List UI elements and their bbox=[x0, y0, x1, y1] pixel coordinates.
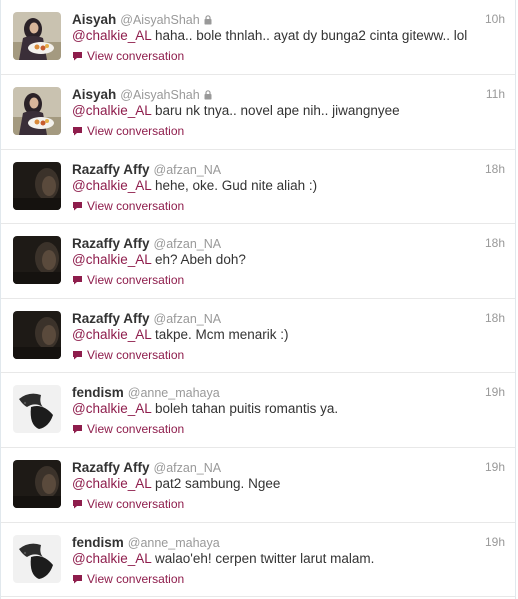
tweet-header: Aisyah @AisyahShah 10h bbox=[72, 11, 505, 27]
timestamp[interactable]: 18h bbox=[485, 236, 505, 250]
speech-bubble-icon bbox=[72, 573, 83, 587]
mention-link[interactable]: @chalkie_AL bbox=[72, 178, 151, 193]
view-conversation-link[interactable]: View conversation bbox=[72, 572, 184, 587]
view-conversation-label: View conversation bbox=[87, 496, 185, 511]
author-name[interactable]: Razaffy Affy bbox=[72, 311, 150, 326]
author-handle[interactable]: @afzan_NA bbox=[154, 163, 222, 177]
tweet-body: boleh tahan puitis romantis ya. bbox=[151, 401, 339, 417]
speech-bubble-icon bbox=[72, 274, 83, 288]
tweet-text: @chalkie_AL boleh tahan puitis romantis … bbox=[72, 401, 503, 416]
author-name[interactable]: Razaffy Affy bbox=[72, 460, 150, 475]
mention-link[interactable]: @chalkie_AL bbox=[72, 327, 151, 342]
author-handle[interactable]: @AisyahShah bbox=[120, 13, 199, 27]
speech-bubble-icon bbox=[72, 50, 83, 64]
view-conversation-label: View conversation bbox=[87, 571, 185, 586]
speech-bubble-icon bbox=[72, 423, 83, 437]
tweet[interactable]: Razaffy Affy @afzan_NA 18h @chalkie_AL ta… bbox=[1, 298, 515, 374]
tweet-text: @chalkie_AL pat2 sambung. Ngee bbox=[72, 476, 503, 491]
speech-bubble-icon bbox=[72, 349, 83, 363]
tweet[interactable]: Razaffy Affy @afzan_NA 18h @chalkie_AL he… bbox=[1, 149, 515, 225]
mention-link[interactable]: @chalkie_AL bbox=[72, 252, 151, 267]
view-conversation-label: View conversation bbox=[87, 124, 185, 138]
view-conversation-label: View conversation bbox=[87, 273, 185, 288]
author-name[interactable]: Aisyah bbox=[72, 87, 116, 102]
tweet[interactable]: fendism @anne_mahaya 19h @chalkie_AL bole… bbox=[1, 373, 515, 448]
fendism-avatar[interactable] bbox=[13, 534, 61, 583]
tweet-header: Razaffy Affy @afzan_NA 18h bbox=[72, 161, 505, 177]
view-conversation-label: View conversation bbox=[87, 49, 185, 63]
tweet-header: Razaffy Affy @afzan_NA 19h bbox=[72, 459, 505, 475]
author-name[interactable]: fendism bbox=[72, 535, 124, 550]
tweet-header: fendism @anne_mahaya 19h bbox=[72, 534, 505, 550]
speech-bubble-icon bbox=[72, 200, 83, 214]
tweet-text: @chalkie_AL walao'eh! cerpen twitter lar… bbox=[72, 551, 503, 566]
tweet-text: @chalkie_AL hehe, oke. Gud nite aliah :) bbox=[72, 178, 503, 193]
view-conversation-link[interactable]: View conversation bbox=[72, 273, 184, 288]
razaffy-avatar[interactable] bbox=[13, 459, 61, 508]
author-handle[interactable]: @anne_mahaya bbox=[128, 536, 220, 550]
razaffy-avatar[interactable] bbox=[13, 161, 61, 210]
view-conversation-link[interactable]: View conversation bbox=[72, 497, 184, 512]
author-name[interactable]: fendism bbox=[72, 385, 124, 400]
timestamp[interactable]: 10h bbox=[485, 12, 505, 26]
tweet-header: fendism @anne_mahaya 19h bbox=[72, 384, 505, 400]
tweet[interactable]: Aisyah @AisyahShah 11h @chalkie_AL baru n… bbox=[1, 75, 515, 150]
tweet-header: Razaffy Affy @afzan_NA 18h bbox=[72, 235, 505, 251]
author-handle[interactable]: @AisyahShah bbox=[120, 88, 199, 102]
mention-link[interactable]: @chalkie_AL bbox=[72, 551, 151, 566]
speech-bubble-icon bbox=[72, 125, 83, 139]
author-handle[interactable]: @afzan_NA bbox=[154, 461, 222, 475]
author-handle[interactable]: @afzan_NA bbox=[154, 312, 222, 326]
tweet-body: baru nk tnya.. novel ape nih.. jiwangnye… bbox=[151, 103, 400, 118]
tweet-text: @chalkie_AL haha.. bole thnlah.. ayat dy… bbox=[72, 28, 503, 43]
tweet-body: pat2 sambung. Ngee bbox=[151, 475, 281, 491]
tweet-text: @chalkie_AL takpe. Mcm menarik :) bbox=[72, 327, 503, 342]
tweet-text: @chalkie_AL eh? Abeh doh? bbox=[72, 252, 503, 267]
view-conversation-link[interactable]: View conversation bbox=[72, 348, 184, 363]
mention-link[interactable]: @chalkie_AL bbox=[72, 28, 151, 43]
timestamp[interactable]: 19h bbox=[485, 460, 505, 474]
view-conversation-link[interactable]: View conversation bbox=[72, 199, 184, 214]
tweet-text: @chalkie_AL baru nk tnya.. novel ape nih… bbox=[72, 103, 503, 118]
author-name[interactable]: Razaffy Affy bbox=[72, 236, 150, 251]
aisyah-avatar[interactable] bbox=[13, 87, 61, 135]
tweet-body: eh? Abeh doh? bbox=[151, 252, 246, 268]
tweet[interactable]: Aisyah @AisyahShah 10h @chalkie_AL haha..… bbox=[1, 0, 515, 75]
view-conversation-label: View conversation bbox=[87, 347, 185, 362]
timestamp[interactable]: 11h bbox=[486, 87, 505, 101]
view-conversation-label: View conversation bbox=[87, 198, 185, 213]
view-conversation-link[interactable]: View conversation bbox=[72, 422, 184, 437]
mention-link[interactable]: @chalkie_AL bbox=[72, 401, 151, 416]
view-conversation-label: View conversation bbox=[87, 422, 185, 437]
tweet-body: walao'eh! cerpen twitter larut malam. bbox=[151, 550, 375, 566]
tweet-header: Aisyah @AisyahShah 11h bbox=[72, 86, 505, 102]
author-handle[interactable]: @afzan_NA bbox=[154, 237, 222, 251]
timestamp[interactable]: 18h bbox=[485, 162, 505, 176]
timestamp[interactable]: 19h bbox=[485, 535, 505, 549]
tweet[interactable]: Razaffy Affy @afzan_NA 19h @chalkie_AL pa… bbox=[1, 447, 515, 523]
tweet-timeline: Aisyah @AisyahShah 10h @chalkie_AL haha..… bbox=[0, 0, 516, 599]
razaffy-avatar[interactable] bbox=[13, 310, 61, 359]
author-name[interactable]: Aisyah bbox=[72, 12, 116, 27]
tweet-body: hehe, oke. Gud nite aliah :) bbox=[151, 177, 318, 193]
mention-link[interactable]: @chalkie_AL bbox=[72, 103, 151, 118]
tweet-body: takpe. Mcm menarik :) bbox=[151, 326, 289, 342]
tweet[interactable]: fendism @anne_mahaya 19h @chalkie_AL wala… bbox=[1, 522, 515, 598]
mention-link[interactable]: @chalkie_AL bbox=[72, 476, 151, 491]
fendism-avatar[interactable] bbox=[13, 385, 61, 434]
timestamp[interactable]: 18h bbox=[485, 311, 505, 325]
razaffy-avatar[interactable] bbox=[13, 236, 61, 285]
tweet[interactable]: Razaffy Affy @afzan_NA 18h @chalkie_AL eh… bbox=[1, 224, 515, 299]
tweet-body: haha.. bole thnlah.. ayat dy bunga2 cint… bbox=[151, 28, 468, 43]
view-conversation-link[interactable]: View conversation bbox=[72, 124, 184, 139]
aisyah-avatar[interactable] bbox=[13, 12, 61, 60]
tweet-header: Razaffy Affy @afzan_NA 18h bbox=[72, 310, 505, 326]
timestamp[interactable]: 19h bbox=[485, 385, 505, 399]
view-conversation-link[interactable]: View conversation bbox=[72, 49, 184, 64]
speech-bubble-icon bbox=[72, 498, 83, 512]
author-handle[interactable]: @anne_mahaya bbox=[128, 386, 220, 400]
author-name[interactable]: Razaffy Affy bbox=[72, 162, 150, 177]
